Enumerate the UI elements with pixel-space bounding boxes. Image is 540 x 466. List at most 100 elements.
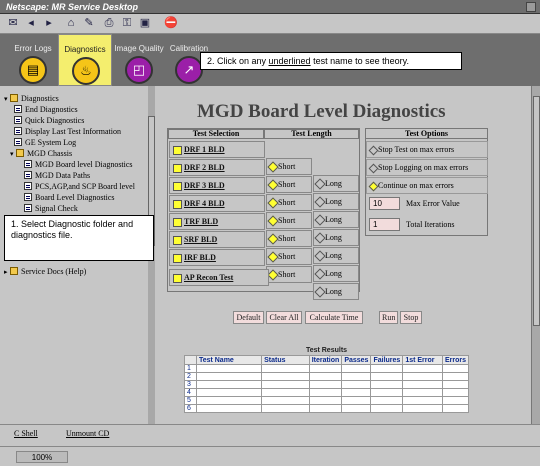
tree-item-ge-system-log[interactable]: GE System Log <box>14 137 76 148</box>
test-name-link[interactable]: DRF 1 BLD <box>169 141 265 158</box>
row-number: 5 <box>184 396 197 405</box>
total-iterations-field[interactable]: 1 <box>369 218 400 231</box>
folder-icon <box>16 149 24 157</box>
test-options-panel: Test Options Stop Test on max errors Sto… <box>365 128 488 236</box>
document-icon <box>24 182 32 190</box>
stop-logging-on-max-errors-radio[interactable]: Stop Logging on max errors <box>366 159 488 176</box>
column-header: Iteration <box>308 355 343 365</box>
window-titlebar: Netscape: MR Service Desktop <box>0 0 540 14</box>
test-row: DRF 1 BLD Short Long <box>168 141 361 192</box>
test-selection-table: Test Selection Test Length DRF 1 BLD Sho… <box>167 128 361 300</box>
table-row: 2 <box>184 372 470 381</box>
default-button[interactable]: Default <box>233 311 264 324</box>
tree-folder-mgd-chassis[interactable]: ▾ MGD Chassis <box>10 148 72 159</box>
tree-item-end-diagnostics[interactable]: End Diagnostics <box>14 104 78 115</box>
test-row: IRF BLD Short Long <box>168 249 361 300</box>
test-name-link[interactable]: IRF BLD <box>169 249 265 266</box>
main-scrollbar[interactable] <box>531 86 540 424</box>
test-row: AP Recon Test <box>168 269 361 287</box>
document-icon <box>24 160 32 168</box>
ap-recon-test-link[interactable]: AP Recon Test <box>169 269 269 286</box>
window-title: Netscape: MR Service Desktop <box>6 2 139 12</box>
print-icon[interactable]: ⎙ <box>102 17 116 30</box>
browser-toolbar: ✉ ◂ ▸ ⌂ ✎ ⎙ ⚿ ▣ ⛔ <box>0 14 540 34</box>
diagnostics-icon: ♨ <box>72 57 100 85</box>
main-content: MGD Board Level Diagnostics Test Selecti… <box>157 86 531 424</box>
calibration-icon: ↗ <box>175 56 203 84</box>
log-icon: ▤ <box>19 56 47 84</box>
max-error-value-field[interactable]: 10 <box>369 197 400 210</box>
column-header: Passes <box>341 355 372 365</box>
status-bar: 100% <box>0 446 540 466</box>
back-icon[interactable]: ◂ <box>24 17 38 30</box>
tree-item-display-last-test[interactable]: Display Last Test Information <box>14 126 121 137</box>
test-row: SRF BLD Short Long <box>168 231 361 282</box>
document-icon <box>14 105 22 113</box>
continue-on-max-errors-radio[interactable]: Continue on max errors <box>366 177 488 194</box>
test-row: DRF 4 BLD Short Long <box>168 195 361 246</box>
test-results-panel: Test Results Test Name Status Iteration … <box>184 346 470 413</box>
c-shell-link[interactable]: C Shell <box>14 429 38 438</box>
table-row: 3 <box>184 380 470 389</box>
test-name-link[interactable]: SRF BLD <box>169 231 265 248</box>
security-icon[interactable]: ⚿ <box>120 17 134 30</box>
tab-diagnostics[interactable]: Diagnostics ♨ <box>58 34 112 86</box>
stop-icon[interactable]: ⛔ <box>164 17 178 30</box>
document-icon <box>24 193 32 201</box>
test-name-link[interactable]: TRF BLD <box>169 213 265 230</box>
folder-icon <box>10 267 18 275</box>
row-number: 1 <box>184 364 197 373</box>
table-row: 6 <box>184 404 470 413</box>
mail-icon[interactable]: ✉ <box>6 17 20 30</box>
tab-image-quality[interactable]: Image Quality ◰ <box>112 34 166 86</box>
document-icon <box>14 127 22 135</box>
test-name-link[interactable]: DRF 4 BLD <box>169 195 265 212</box>
row-number-header <box>184 355 197 365</box>
test-options-header: Test Options <box>366 129 487 139</box>
tree-item-board-level[interactable]: Board Level Diagnostics <box>24 192 115 203</box>
images-icon[interactable]: ▣ <box>138 17 152 30</box>
run-button[interactable]: Run <box>379 311 398 324</box>
test-results-title: Test Results <box>305 347 348 354</box>
bottom-links-bar: C Shell Unmount CD <box>0 424 540 444</box>
calculate-time-button[interactable]: Calculate Time <box>305 311 363 324</box>
table-row: 5 <box>184 396 470 405</box>
column-header: Failures <box>370 355 404 365</box>
stop-button[interactable]: Stop <box>400 311 422 324</box>
column-header: 1st Error <box>402 355 443 365</box>
clear-all-button[interactable]: Clear All <box>266 311 302 324</box>
column-header: Status <box>261 355 310 365</box>
tree-item-quick-diagnostics[interactable]: Quick Diagnostics <box>14 115 84 126</box>
callout-select-folder: 1. Select Diagnostic folder and diagnost… <box>4 215 154 261</box>
image-quality-icon: ◰ <box>125 56 153 84</box>
tree-item-signal-check[interactable]: Signal Check <box>24 203 78 214</box>
tree-folder-diagnostics[interactable]: ▾ Diagnostics <box>4 93 59 104</box>
row-number: 4 <box>184 388 197 397</box>
unmount-cd-link[interactable]: Unmount CD <box>66 429 109 438</box>
zoom-indicator: 100% <box>16 451 68 463</box>
window-close-icon[interactable] <box>526 2 536 12</box>
main-scrollbar-thumb[interactable] <box>533 96 540 326</box>
document-icon <box>24 204 32 212</box>
test-name-link[interactable]: DRF 3 BLD <box>169 177 265 194</box>
tree-item-mgd-board-level[interactable]: MGD Board level Diagnostics <box>24 159 133 170</box>
tree-item-pcs-agp-scp[interactable]: PCS,AGP,and SCP Board level <box>24 181 135 192</box>
test-results-table: Test Name Status Iteration Passes Failur… <box>184 355 470 413</box>
document-icon <box>24 171 32 179</box>
home-icon[interactable]: ⌂ <box>64 17 78 30</box>
test-row: TRF BLD Short Long <box>168 213 361 264</box>
row-number: 2 <box>184 372 197 381</box>
bookmark-icon[interactable]: ✎ <box>82 17 96 30</box>
stop-test-on-max-errors-radio[interactable]: Stop Test on max errors <box>366 141 488 158</box>
test-name-link[interactable]: DRF 2 BLD <box>169 159 265 176</box>
row-number: 3 <box>184 380 197 389</box>
tree-item-mgd-data-paths[interactable]: MGD Data Paths <box>24 170 90 181</box>
page-title: MGD Board Level Diagnostics <box>197 101 446 122</box>
forward-icon[interactable]: ▸ <box>42 17 56 30</box>
column-header: Errors <box>441 355 470 365</box>
max-error-value-label: Max Error Value <box>406 199 460 208</box>
table-row: 1 <box>184 364 470 373</box>
table-row: 4 <box>184 388 470 397</box>
tree-folder-service-docs[interactable]: ▸ Service Docs (Help) <box>4 266 86 277</box>
tab-error-logs[interactable]: Error Logs ▤ <box>6 34 60 86</box>
